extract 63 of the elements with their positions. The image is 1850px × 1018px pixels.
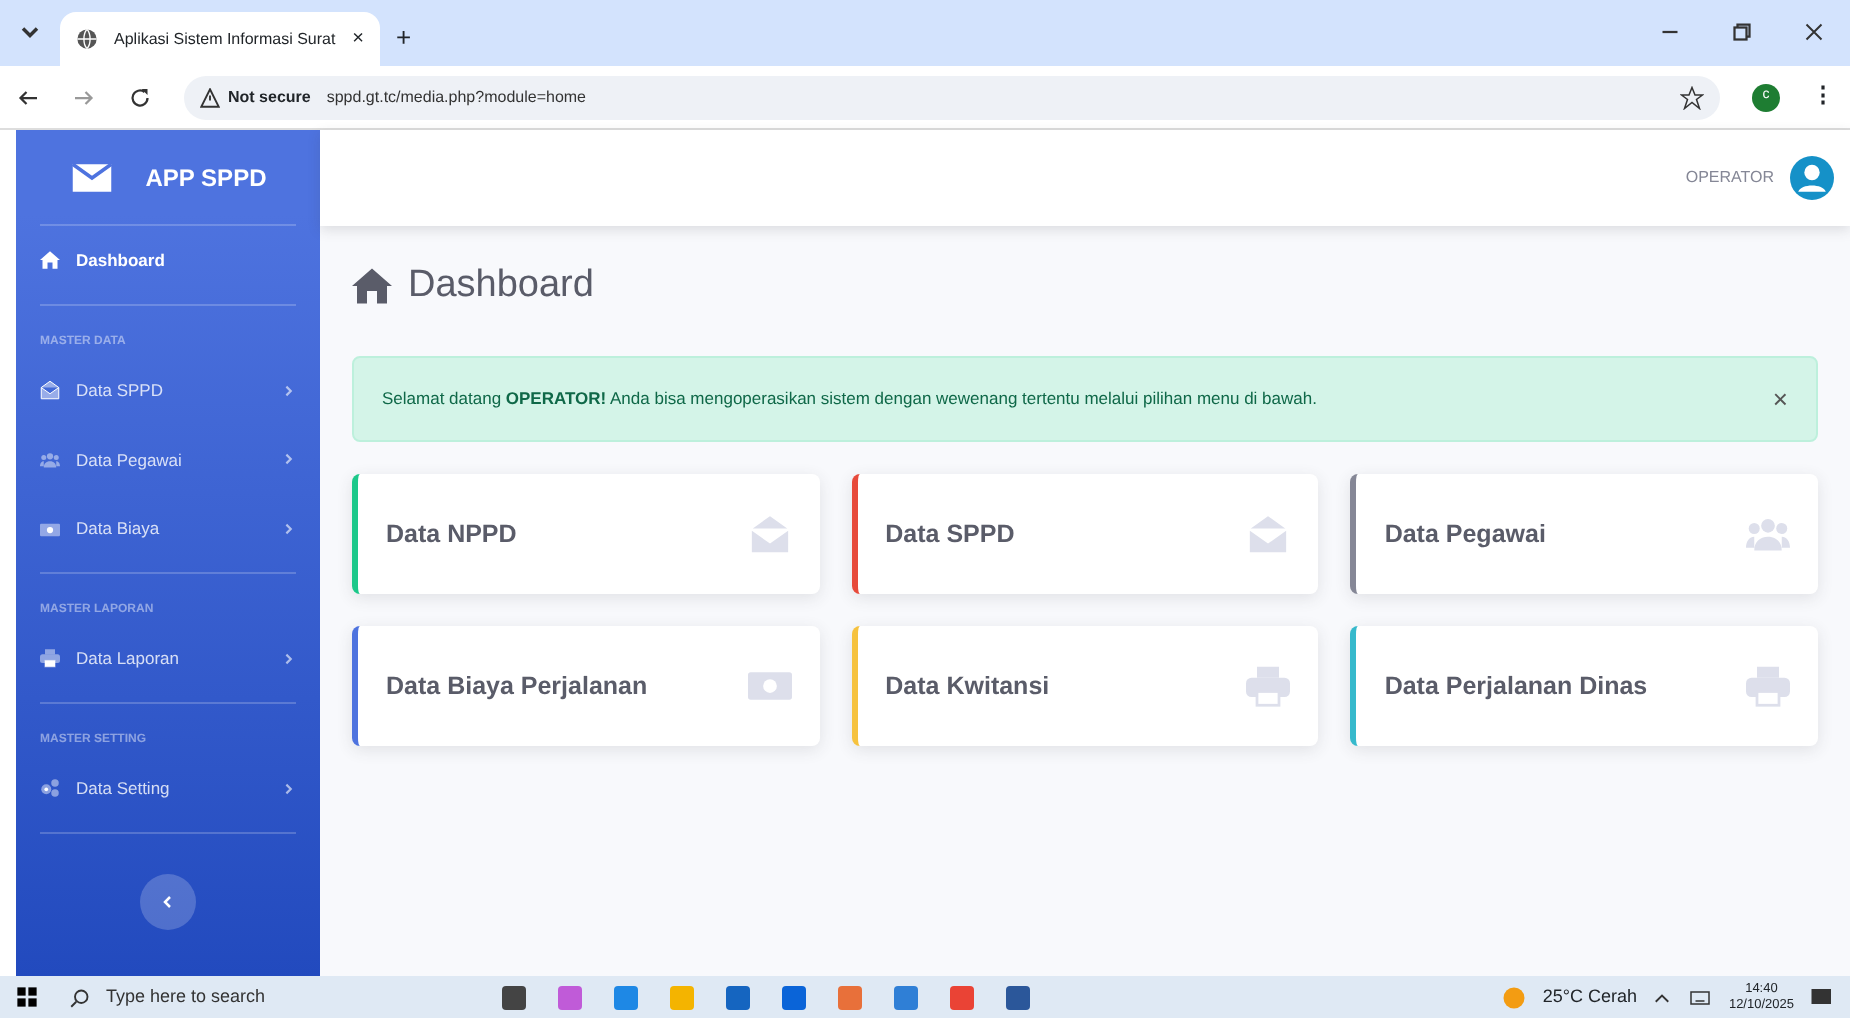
sidebar-item[interactable]: Data Laporan — [16, 624, 320, 694]
close-icon[interactable] — [1802, 20, 1826, 44]
chevron-icon — [282, 452, 296, 467]
home-icon — [40, 250, 60, 271]
tab-close-button[interactable]: × — [352, 24, 364, 54]
taskbar-app-icon[interactable] — [894, 985, 918, 1009]
printer-icon — [1246, 664, 1291, 708]
sun-icon — [1502, 985, 1527, 1009]
chevron-icon — [282, 781, 296, 796]
user-avatar-icon[interactable] — [1790, 156, 1834, 200]
sidebar-item[interactable]: Data Setting — [16, 753, 320, 823]
page-title: Dashboard — [408, 262, 594, 310]
sidebar-toggle-button[interactable] — [140, 873, 196, 929]
gears-icon — [40, 778, 60, 799]
close-button[interactable]: × — [1772, 379, 1788, 418]
printer-icon — [1746, 664, 1790, 708]
dashboard-card[interactable]: Data Kwitansi — [851, 626, 1319, 746]
forward-icon[interactable] — [72, 85, 96, 109]
system-tray-icons[interactable] — [1688, 985, 1713, 1009]
brand-title: APP SPPD — [145, 161, 267, 195]
browser-tab[interactable]: Aplikasi Sistem Informasi Surat × — [60, 12, 380, 66]
url-text: sppd.gt.tc/media.php?module=home — [326, 85, 586, 109]
taskbar-app-icon[interactable] — [1006, 985, 1030, 1009]
users-icon — [40, 449, 60, 470]
menu-button[interactable]: ⋮ — [1812, 80, 1834, 114]
tab-title: Aplikasi Sistem Informasi Surat — [114, 27, 337, 51]
chevron-icon — [282, 651, 296, 666]
chevron-left-icon — [160, 893, 176, 909]
sidebar-item[interactable]: Data Pegawai — [16, 425, 320, 495]
dashboard-card[interactable]: Data Perjalanan Dinas — [1350, 626, 1818, 746]
taskbar-app-icon[interactable] — [502, 985, 526, 1009]
taskbar-app-icon[interactable] — [726, 985, 750, 1009]
globe-icon — [76, 28, 98, 50]
home-icon — [352, 266, 392, 307]
user-name[interactable]: OPERATOR — [1685, 166, 1774, 190]
sidebar-item[interactable]: Data Biaya — [16, 494, 320, 564]
dashboard-card[interactable]: Data Biaya Perjalanan — [352, 626, 820, 746]
dashboard-card[interactable]: Data Pegawai — [1350, 474, 1818, 594]
new-tab-button[interactable]: + — [396, 18, 412, 57]
envelope-icon — [1246, 512, 1291, 556]
envelope-icon — [747, 512, 792, 556]
chevron-icon — [282, 522, 296, 537]
sidebar-item[interactable]: Dashboard — [16, 226, 320, 296]
warning-icon — [200, 87, 220, 107]
banknote-icon — [40, 519, 60, 540]
back-icon[interactable] — [16, 85, 40, 109]
taskbar-search-field[interactable]: Type here to search — [54, 983, 454, 1011]
start-icon[interactable] — [16, 986, 38, 1008]
envelope-icon — [40, 380, 60, 401]
alert-message: Selamat datang OPERATOR! Anda bisa mengoperasikan sistem dengan wewenang tertentu melalui pilihan menu di bawah. — [382, 385, 1319, 412]
restore-icon[interactable] — [1730, 20, 1754, 44]
search-icon — [70, 987, 90, 1007]
dashboard-card[interactable]: Data NPPD — [352, 474, 820, 594]
sidebar-item[interactable]: Data SPPD — [16, 355, 320, 425]
weather-text[interactable]: 25°C Cerah — [1542, 983, 1637, 1011]
notification-icon[interactable] — [1810, 985, 1834, 1009]
reload-icon[interactable] — [128, 85, 152, 109]
printer-icon — [40, 648, 60, 669]
security-chip[interactable]: Not secure — [200, 85, 311, 109]
star-icon[interactable] — [1680, 85, 1704, 109]
chevron-icon — [282, 383, 296, 398]
taskbar-app-icon[interactable] — [782, 985, 806, 1009]
dashboard-card[interactable]: Data SPPD — [851, 474, 1319, 594]
